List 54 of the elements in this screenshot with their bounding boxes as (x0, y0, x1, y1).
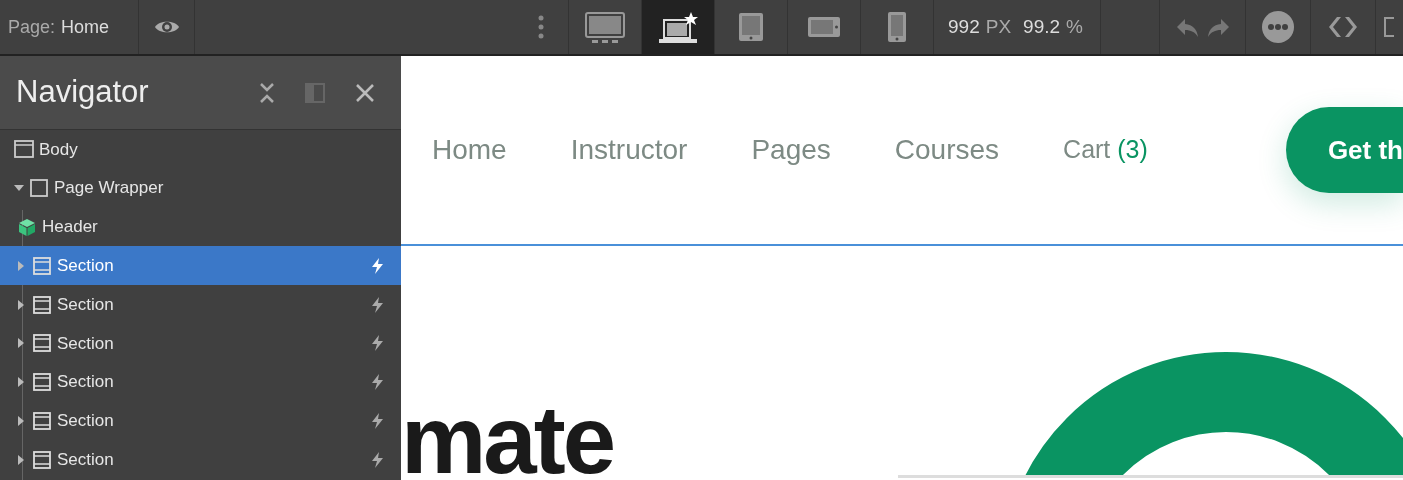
panel-icon[interactable] (1384, 17, 1394, 37)
nav-link[interactable]: Instructor (570, 129, 688, 171)
section-icon (32, 333, 52, 354)
more-icon[interactable] (1262, 11, 1294, 43)
tree-item[interactable]: Section (0, 246, 401, 286)
tree-item[interactable]: Header (0, 207, 401, 247)
section-icon (32, 372, 52, 393)
nav-link[interactable]: Cart (3) (1063, 131, 1148, 169)
close-icon[interactable] (355, 82, 375, 103)
headline: mate (401, 392, 614, 480)
page-name[interactable]: Home (61, 13, 110, 41)
body-icon (14, 139, 34, 160)
tree-item[interactable]: Page Wrapper (0, 168, 401, 208)
section-icon (32, 255, 52, 276)
nav-link[interactable]: Pages (751, 129, 831, 171)
section-icon (32, 449, 52, 470)
code-icon[interactable] (1327, 16, 1359, 38)
section-icon (32, 294, 52, 315)
tree-item-label: Section (57, 371, 114, 394)
laptop-star-icon (658, 11, 698, 43)
square-icon (29, 178, 49, 199)
tree-item-label: Body (39, 138, 78, 161)
tree-item-label: Section (57, 293, 114, 316)
tablet-icon (738, 12, 764, 42)
tree-item-label: Header (42, 216, 98, 239)
tree-item[interactable]: Section (0, 401, 401, 441)
tree-item-label: Section (57, 410, 114, 433)
tablet-landscape-icon (807, 16, 841, 38)
width-value[interactable]: 992 (948, 12, 980, 42)
redo-icon[interactable] (1206, 16, 1230, 38)
page-label: Page: (8, 15, 56, 39)
tree-item[interactable]: Section (0, 440, 401, 480)
desktop-icon (585, 11, 625, 43)
nav-link[interactable]: Home (432, 129, 507, 171)
more-vertical-icon[interactable] (538, 15, 544, 39)
tree-item[interactable]: Body (0, 130, 401, 169)
device-tab[interactable] (642, 0, 715, 54)
tree-item[interactable]: Section (0, 324, 401, 363)
tree-item[interactable]: Section (0, 362, 401, 402)
cube-icon (17, 217, 37, 237)
tree-item[interactable]: Section (0, 285, 401, 324)
section-icon (32, 410, 52, 431)
tree-item-label: Page Wrapper (54, 177, 164, 200)
zoom-unit: % (1066, 14, 1083, 39)
cta-button[interactable]: Get th (1285, 107, 1403, 193)
zoom-value[interactable]: 99.2 (1023, 12, 1061, 42)
collapse-icon[interactable] (259, 82, 275, 103)
tree-item-label: Section (57, 255, 114, 278)
panel-title: Navigator (16, 73, 150, 112)
phone-icon (887, 11, 907, 43)
nav-link[interactable]: Courses (894, 129, 1000, 171)
tree-item-label: Section (57, 449, 114, 471)
width-unit: PX (985, 14, 1012, 39)
tree-item-label: Section (57, 332, 114, 355)
